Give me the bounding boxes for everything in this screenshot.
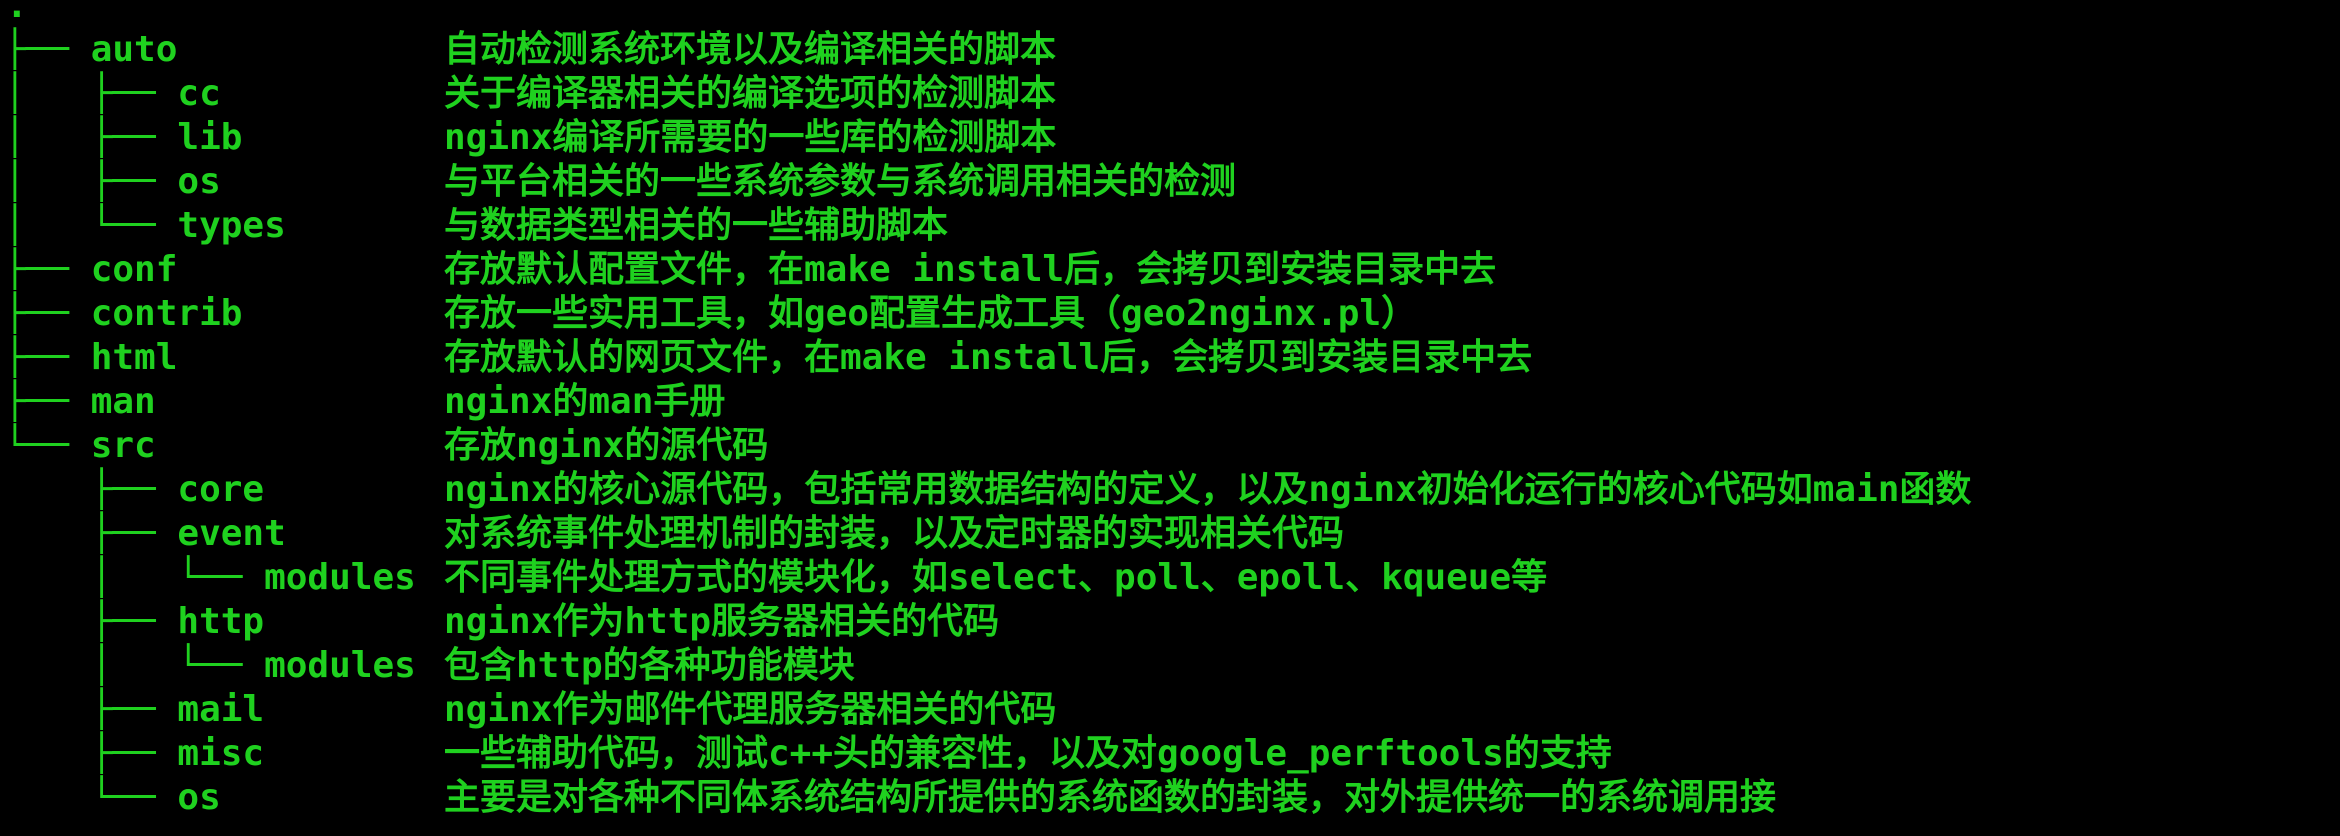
tree-path: ├── misc [4, 733, 265, 774]
tree-path: ├── auto [4, 29, 178, 70]
tree-description: nginx作为邮件代理服务器相关的代码 [444, 689, 1057, 730]
tree-description: 包含http的各种功能模块 [444, 645, 855, 686]
tree-path: ├── http [4, 601, 265, 642]
tree-row: │ ├── lib nginx编译所需要的一些库的检测脚本 [4, 116, 1971, 160]
tree-path: ├── event [4, 513, 286, 554]
tree-row: ├── core nginx的核心源代码，包括常用数据结构的定义，以及nginx初… [4, 468, 1972, 512]
tree-row: ├── misc 一些辅助代码，测试c++头的兼容性，以及对google_perf… [4, 732, 1971, 776]
tree-path: │ ├── os [4, 161, 221, 202]
tree-path: │ └── types [4, 205, 286, 246]
tree-description: 与平台相关的一些系统参数与系统调用相关的检测 [444, 161, 1237, 202]
tree-description: nginx的man手册 [444, 381, 726, 422]
tree-row: │ ├── os 与平台相关的一些系统参数与系统调用相关的检测 [4, 160, 1971, 204]
tree-description: 存放一些实用工具，如geo配置生成工具（geo2nginx.pl） [444, 293, 1418, 334]
tree-description: 不同事件处理方式的模块化，如select、poll、epoll、kqueue等 [444, 557, 1548, 598]
tree-description: nginx编译所需要的一些库的检测脚本 [444, 117, 1057, 158]
tree-path: ├── man [4, 381, 156, 422]
tree-path: └── os [4, 777, 221, 818]
tree-path: │ ├── cc [4, 73, 221, 114]
tree-description: 存放默认配置文件，在make install后，会拷贝到安装目录中去 [444, 249, 1497, 290]
directory-tree: ├── auto 自动检测系统环境以及编译相关的脚本 │ ├── cc 关于编译器相… [4, 28, 1971, 820]
terminal-window: . ├── auto 自动检测系统环境以及编译相关的脚本 │ ├── cc 关于编译… [0, 0, 2340, 836]
tree-description: 对系统事件处理机制的封装，以及定时器的实现相关代码 [444, 513, 1345, 554]
tree-row: │ └── types 与数据类型相关的一些辅助脚本 [4, 204, 1971, 248]
tree-row: ├── conf 存放默认配置文件，在make install后，会拷贝到安装目录… [4, 248, 1971, 292]
tree-path: │ ├── lib [4, 117, 243, 158]
tree-path: ├── mail [4, 689, 265, 730]
tree-description: 存放默认的网页文件，在make install后，会拷贝到安装目录中去 [444, 337, 1533, 378]
tree-row: ├── auto 自动检测系统环境以及编译相关的脚本 [4, 28, 1971, 72]
tree-description: 存放nginx的源代码 [444, 425, 769, 466]
tree-row: └── os 主要是对各种不同体系统结构所提供的系统函数的封装，对外提供统一的系统… [4, 776, 1971, 820]
tree-row: │ └── modules 不同事件处理方式的模块化，如select、poll、e… [4, 556, 1971, 600]
tree-row: │ └── modules 包含http的各种功能模块 [4, 644, 1971, 688]
tree-path: ├── conf [4, 249, 178, 290]
tree-path: │ └── modules [4, 645, 416, 686]
tree-path: ├── core [4, 469, 265, 510]
tree-row: ├── http nginx作为http服务器相关的代码 [4, 600, 1971, 644]
tree-description: nginx作为http服务器相关的代码 [444, 601, 1000, 642]
tree-row: ├── event 对系统事件处理机制的封装，以及定时器的实现相关代码 [4, 512, 1971, 556]
tree-path: └── src [4, 425, 156, 466]
tree-row: └── src 存放nginx的源代码 [4, 424, 1971, 468]
tree-row: ├── man nginx的man手册 [4, 380, 1971, 424]
tree-path: ├── contrib [4, 293, 243, 334]
tree-row: ├── mail nginx作为邮件代理服务器相关的代码 [4, 688, 1971, 732]
tree-path: │ └── modules [4, 557, 416, 598]
tree-row: ├── contrib 存放一些实用工具，如geo配置生成工具（geo2nginx… [4, 292, 1971, 336]
tree-row: ├── html 存放默认的网页文件，在make install后，会拷贝到安装目… [4, 336, 1971, 380]
tree-description: 关于编译器相关的编译选项的检测脚本 [444, 73, 1057, 114]
tree-description: 自动检测系统环境以及编译相关的脚本 [444, 29, 1057, 70]
tree-description: 主要是对各种不同体系统结构所提供的系统函数的封装，对外提供统一的系统调用接 [444, 777, 1777, 818]
tree-path: ├── html [4, 337, 178, 378]
tree-description: 与数据类型相关的一些辅助脚本 [444, 205, 949, 246]
tree-description: 一些辅助代码，测试c++头的兼容性，以及对google_perftools的支持 [444, 733, 1612, 774]
tree-root: . [6, 0, 28, 26]
tree-description: nginx的核心源代码，包括常用数据结构的定义，以及nginx初始化运行的核心代… [444, 469, 1972, 510]
tree-row: │ ├── cc 关于编译器相关的编译选项的检测脚本 [4, 72, 1971, 116]
